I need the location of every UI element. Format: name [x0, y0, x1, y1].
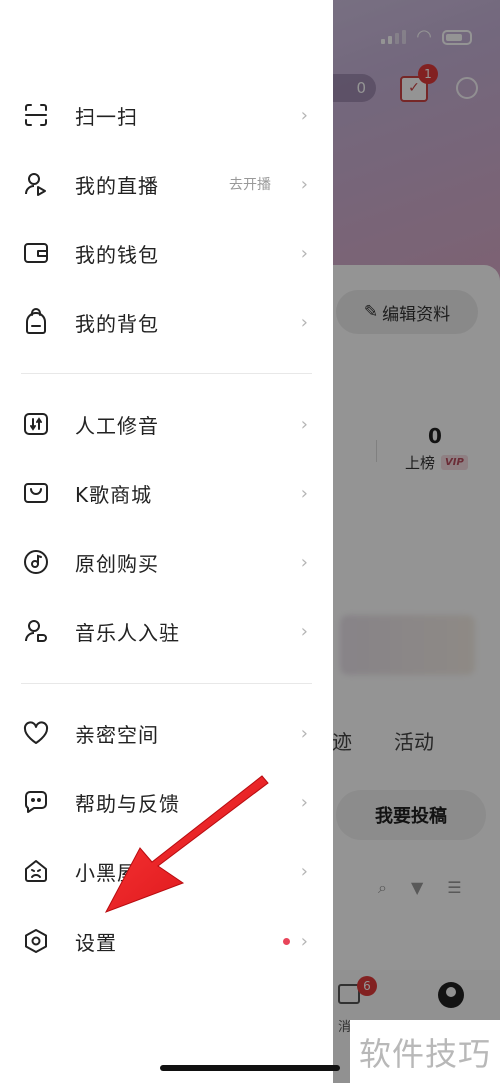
scan-icon	[22, 101, 50, 129]
menu-divider	[21, 683, 312, 684]
chevron-right-icon: ›	[300, 311, 308, 333]
menu-item-help-feedback[interactable]: 帮助与反馈 ›	[0, 774, 333, 830]
chevron-right-icon: ›	[300, 242, 308, 264]
chevron-right-icon: ›	[300, 104, 308, 126]
menu-label-live: 我的直播	[75, 173, 159, 198]
menu-item-intimate-space[interactable]: 亲密空间 ›	[0, 705, 333, 761]
chevron-right-icon: ›	[300, 551, 308, 573]
menu-label-scan: 扫一扫	[75, 104, 138, 129]
watermark: 软件技巧	[350, 1020, 500, 1083]
menu-item-wallet[interactable]: 我的钱包 ›	[0, 225, 333, 281]
menu-item-original-purchase[interactable]: 原创购买 ›	[0, 534, 333, 590]
menu-item-scan[interactable]: 扫一扫 ›	[0, 87, 333, 143]
disc-icon	[22, 548, 50, 576]
menu-item-shop[interactable]: K歌商城 ›	[0, 465, 333, 521]
menu-label-blacklist: 小黑屋	[75, 860, 138, 885]
menu-label-settings: 设置	[75, 930, 117, 955]
house-icon	[22, 857, 50, 885]
menu-label-wallet: 我的钱包	[75, 242, 159, 267]
settings-icon	[22, 927, 50, 955]
chevron-right-icon: ›	[300, 791, 308, 813]
menu-item-backpack[interactable]: 我的背包 ›	[0, 294, 333, 350]
menu-label-tuning: 人工修音	[75, 413, 159, 438]
side-drawer: 扫一扫 › 我的直播 去开播 › 我的钱包 › 我的背包 › 人工修音 › K歌…	[0, 0, 333, 1083]
go-live-hint: 去开播	[229, 177, 271, 193]
musician-icon	[22, 617, 50, 645]
chevron-right-icon: ›	[300, 173, 308, 195]
heart-icon	[22, 719, 50, 747]
menu-item-live[interactable]: 我的直播 去开播 ›	[0, 156, 333, 212]
menu-label-intimate-space: 亲密空间	[75, 722, 159, 747]
home-indicator[interactable]	[160, 1065, 340, 1071]
menu-label-shop: K歌商城	[75, 482, 153, 507]
menu-label-backpack: 我的背包	[75, 311, 159, 336]
menu-label-musician: 音乐人入驻	[75, 620, 180, 645]
chevron-right-icon: ›	[300, 620, 308, 642]
menu-item-tuning[interactable]: 人工修音 ›	[0, 396, 333, 452]
menu-item-musician[interactable]: 音乐人入驻 ›	[0, 603, 333, 659]
wallet-icon	[22, 239, 50, 267]
menu-label-original-purchase: 原创购买	[75, 551, 159, 576]
chevron-right-icon: ›	[300, 722, 308, 744]
chevron-right-icon: ›	[300, 930, 308, 952]
chevron-right-icon: ›	[300, 413, 308, 435]
shop-icon	[22, 479, 50, 507]
menu-divider	[21, 373, 312, 374]
chevron-right-icon: ›	[300, 482, 308, 504]
chevron-right-icon: ›	[300, 860, 308, 882]
help-chat-icon	[22, 788, 50, 816]
menu-item-settings[interactable]: 设置 ›	[0, 913, 333, 969]
menu-item-blacklist[interactable]: 小黑屋 ›	[0, 843, 333, 899]
backpack-icon	[22, 308, 50, 336]
settings-notification-dot	[283, 937, 290, 945]
tuning-icon	[22, 410, 50, 438]
live-icon	[22, 170, 50, 198]
menu-label-help-feedback: 帮助与反馈	[75, 791, 180, 816]
